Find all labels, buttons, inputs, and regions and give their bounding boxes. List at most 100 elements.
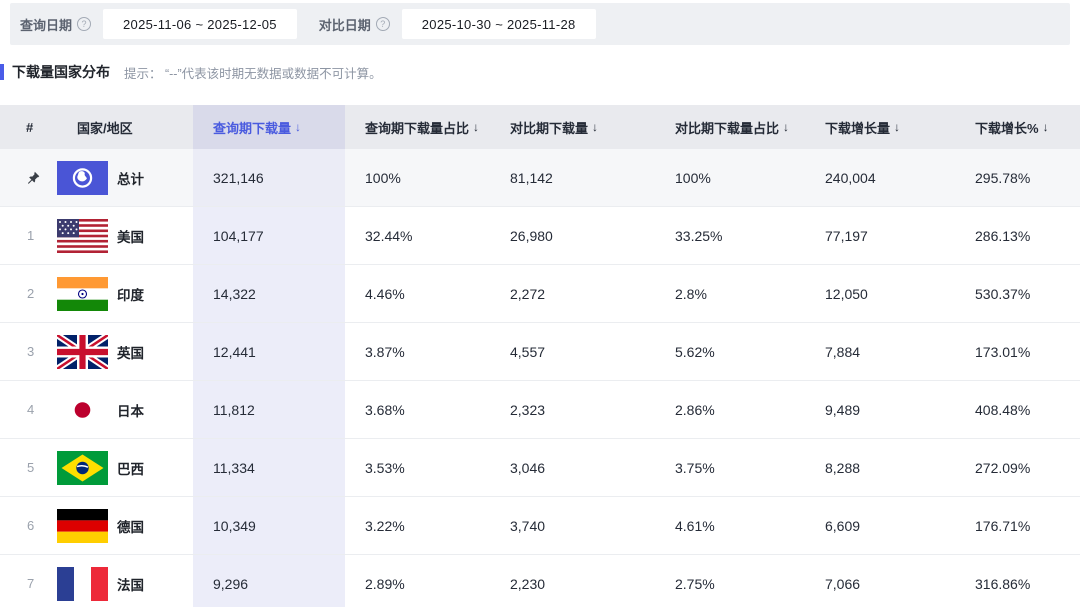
filter-bar: 查询日期 ? 2025-11-06 ~ 2025-12-05 对比日期 ? 20… [10,3,1070,45]
germany-flag-icon [57,509,108,543]
compare-downloads-cell: 2,323 [490,381,655,438]
growth-cell: 7,066 [805,555,955,607]
table-row[interactable]: 3 英国 12,441 3.87% 4,557 5.62% 7,884 173.… [0,323,1080,381]
query-downloads-cell: 11,334 [193,439,345,496]
section-title: 下载量国家分布 [12,62,110,82]
query-share-cell: 32.44% [345,207,490,264]
country-cell: 法国 [57,555,193,607]
growth-cell: 8,288 [805,439,955,496]
growth-cell: 9,489 [805,381,955,438]
growth-pct-cell: 173.01% [955,323,1080,380]
query-downloads-cell: 104,177 [193,207,345,264]
sort-desc-icon: ↓ [295,120,301,134]
table-row[interactable]: 5 巴西 11,334 3.53% 3,046 3.75% 8,288 272.… [0,439,1080,497]
compare-downloads-cell: 2,272 [490,265,655,322]
col-header-label: 查询期下载量 [213,118,291,137]
compare-date-filter: 对比日期 ? 2025-10-30 ~ 2025-11-28 [319,9,596,39]
sort-desc-icon: ↓ [783,120,789,134]
col-header-compare-downloads[interactable]: 对比期下载量 ↓ [490,105,655,149]
india-flag-icon [57,277,108,311]
query-share-cell: 3.68% [345,381,490,438]
compare-downloads-cell: 26,980 [490,207,655,264]
country-cell: 德国 [57,497,193,554]
sort-desc-icon: ↓ [592,120,598,134]
sort-desc-icon: ↓ [473,120,479,134]
country-cell: 英国 [57,323,193,380]
col-header-growth[interactable]: 下载增长量 ↓ [805,105,955,149]
col-header-rank: # [0,105,57,149]
growth-cell: 7,884 [805,323,955,380]
table-header-row: # 国家/地区 查询期下载量 ↓ 查询期下载量占比 ↓ 对比期下载量 ↓ 对比期… [0,105,1080,149]
query-downloads-cell: 10,349 [193,497,345,554]
growth-pct-cell: 286.13% [955,207,1080,264]
country-name: 法国 [117,574,144,594]
rank-cell: 5 [0,439,57,496]
japan-flag-icon [57,393,108,427]
query-date-filter: 查询日期 ? 2025-11-06 ~ 2025-12-05 [20,9,297,39]
rank-cell: 2 [0,265,57,322]
country-name: 英国 [117,342,144,362]
globe-flag-icon [57,161,108,195]
compare-downloads-cell: 81,142 [490,149,655,206]
col-header-growth-pct[interactable]: 下载增长% ↓ [955,105,1080,149]
country-name: 印度 [117,284,144,304]
country-name: 美国 [117,226,144,246]
growth-cell: 12,050 [805,265,955,322]
country-cell: 总计 [57,149,193,206]
growth-pct-cell: 408.48% [955,381,1080,438]
country-cell: 巴西 [57,439,193,496]
query-share-cell: 3.87% [345,323,490,380]
rank-cell: 7 [0,555,57,607]
query-date-help-icon[interactable]: ? [77,17,91,31]
country-name: 总计 [117,168,144,188]
compare-share-cell: 2.75% [655,555,805,607]
table-row[interactable]: 6 德国 10,349 3.22% 3,740 4.61% 6,609 176.… [0,497,1080,555]
compare-date-range-input[interactable]: 2025-10-30 ~ 2025-11-28 [402,9,596,39]
country-downloads-table: # 国家/地区 查询期下载量 ↓ 查询期下载量占比 ↓ 对比期下载量 ↓ 对比期… [0,105,1080,607]
france-flag-icon [57,567,108,601]
query-downloads-cell: 321,146 [193,149,345,206]
sort-desc-icon: ↓ [894,120,900,134]
compare-downloads-cell: 3,740 [490,497,655,554]
col-header-query-downloads[interactable]: 查询期下载量 ↓ [193,105,345,149]
query-date-range-input[interactable]: 2025-11-06 ~ 2025-12-05 [103,9,297,39]
sort-desc-icon: ↓ [1043,120,1049,134]
table-row[interactable]: 1 美国 104,177 32.44% 26,980 33.25% 77,197… [0,207,1080,265]
compare-share-cell: 2.86% [655,381,805,438]
growth-pct-cell: 272.09% [955,439,1080,496]
rank-cell: 6 [0,497,57,554]
country-cell: 美国 [57,207,193,264]
accent-bar [0,64,4,80]
query-date-label: 查询日期 [20,15,72,34]
query-downloads-cell: 12,441 [193,323,345,380]
col-header-country: 国家/地区 [57,105,193,149]
section-hint: 提示： “--”代表该时期无数据或数据不可计算。 [124,63,382,82]
rank-cell: 4 [0,381,57,438]
compare-downloads-cell: 2,230 [490,555,655,607]
table-row[interactable]: 7 法国 9,296 2.89% 2,230 2.75% 7,066 316.8… [0,555,1080,607]
compare-share-cell: 4.61% [655,497,805,554]
query-share-cell: 100% [345,149,490,206]
table-row[interactable]: 4 日本 11,812 3.68% 2,323 2.86% 9,489 408.… [0,381,1080,439]
table-row-total[interactable]: 总计 321,146 100% 81,142 100% 240,004 295.… [0,149,1080,207]
query-share-cell: 4.46% [345,265,490,322]
compare-share-cell: 2.8% [655,265,805,322]
col-header-query-share[interactable]: 查询期下载量占比 ↓ [345,105,490,149]
table-row[interactable]: 2 印度 14,322 4.46% 2,272 2.8% 12,050 530.… [0,265,1080,323]
growth-cell: 240,004 [805,149,955,206]
compare-share-cell: 3.75% [655,439,805,496]
rank-cell: 1 [0,207,57,264]
growth-pct-cell: 176.71% [955,497,1080,554]
col-header-label: 查询期下载量占比 [365,118,469,137]
growth-cell: 77,197 [805,207,955,264]
query-downloads-cell: 9,296 [193,555,345,607]
compare-date-help-icon[interactable]: ? [376,17,390,31]
compare-share-cell: 5.62% [655,323,805,380]
growth-pct-cell: 295.78% [955,149,1080,206]
section-header: 下载量国家分布 提示： “--”代表该时期无数据或数据不可计算。 [0,62,1080,82]
col-header-compare-share[interactable]: 对比期下载量占比 ↓ [655,105,805,149]
country-cell: 印度 [57,265,193,322]
compare-share-cell: 33.25% [655,207,805,264]
compare-downloads-cell: 4,557 [490,323,655,380]
country-cell: 日本 [57,381,193,438]
